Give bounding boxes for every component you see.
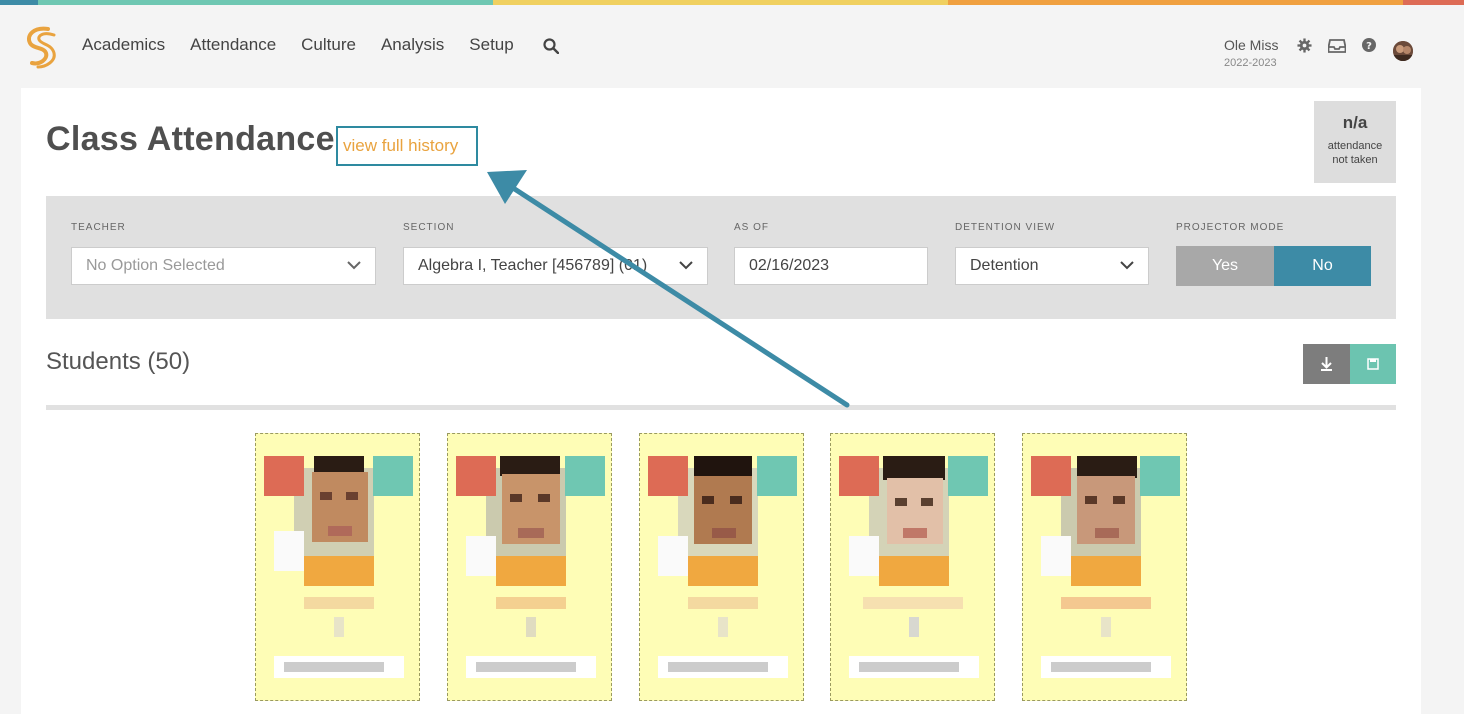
- attendance-status-value: n/a: [1342, 113, 1368, 132]
- status-marker-red: [264, 456, 304, 496]
- chevron-down-icon: [347, 261, 361, 270]
- inbox-icon[interactable]: [1328, 39, 1346, 53]
- nav-item-culture[interactable]: Culture: [301, 35, 356, 55]
- students-divider: [46, 405, 1396, 410]
- student-card[interactable]: [639, 433, 804, 701]
- as-of-label: AS OF: [734, 222, 770, 233]
- download-icon: [1321, 357, 1332, 371]
- nav-item-analysis[interactable]: Analysis: [381, 35, 444, 55]
- status-marker-teal: [757, 456, 797, 496]
- student-id-redacted: [909, 617, 919, 637]
- school-year: 2022-2023: [1224, 57, 1277, 69]
- teacher-select-value: No Option Selected: [86, 257, 225, 274]
- student-card[interactable]: [830, 433, 995, 701]
- status-marker-red: [648, 456, 688, 496]
- projector-yes-button[interactable]: Yes: [1176, 246, 1274, 286]
- nav-item-attendance[interactable]: Attendance: [190, 35, 276, 55]
- badge-label-line2: not taken: [1332, 154, 1378, 166]
- attendance-status-label: attendance not taken: [1314, 139, 1396, 167]
- section-select[interactable]: Algebra I, Teacher [456789] (01): [403, 247, 708, 285]
- student-details-redacted: [658, 656, 788, 678]
- status-marker-red: [839, 456, 879, 496]
- student-card[interactable]: [1022, 433, 1187, 701]
- status-marker-teal: [1140, 456, 1180, 496]
- student-details-redacted: [849, 656, 979, 678]
- detention-view-label: DETENTION VIEW: [955, 222, 1056, 233]
- students-heading: Students (50): [46, 348, 191, 375]
- student-details-redacted: [274, 656, 404, 678]
- filter-bar: TEACHER No Option Selected SECTION Algeb…: [46, 196, 1396, 319]
- projector-mode-toggle: Yes No: [1176, 246, 1371, 286]
- status-marker-teal: [565, 456, 605, 496]
- help-icon[interactable]: ?: [1362, 38, 1376, 52]
- student-name-redacted: [688, 597, 758, 609]
- status-marker-teal: [948, 456, 988, 496]
- student-id-redacted: [1101, 617, 1111, 637]
- student-id-redacted: [718, 617, 728, 637]
- detention-view-value: Detention: [970, 257, 1039, 274]
- chevron-down-icon: [679, 261, 693, 270]
- student-name-redacted: [863, 597, 963, 609]
- download-button[interactable]: [1303, 344, 1350, 384]
- page-title: Class Attendance: [46, 120, 335, 158]
- student-card[interactable]: [447, 433, 612, 701]
- attendance-status-badge: n/a attendance not taken: [1314, 101, 1396, 183]
- student-details-redacted: [1041, 656, 1171, 678]
- detention-view-select[interactable]: Detention: [955, 247, 1149, 285]
- status-marker-teal: [373, 456, 413, 496]
- student-name-redacted: [304, 597, 374, 609]
- status-marker-red: [1031, 456, 1071, 496]
- app-logo-icon[interactable]: [20, 25, 62, 69]
- projector-mode-label: PROJECTOR MODE: [1176, 222, 1285, 233]
- school-name: Ole Miss: [1224, 37, 1279, 53]
- student-details-redacted: [466, 656, 596, 678]
- student-id-redacted: [526, 617, 536, 637]
- user-avatar[interactable]: [1393, 41, 1413, 61]
- teacher-select[interactable]: No Option Selected: [71, 247, 376, 285]
- as-of-date-input[interactable]: 02/16/2023: [734, 247, 928, 285]
- top-navigation: Academics Attendance Culture Analysis Se…: [0, 5, 1464, 85]
- student-name-redacted: [496, 597, 566, 609]
- student-card[interactable]: [255, 433, 420, 701]
- student-id-redacted: [334, 617, 344, 637]
- section-select-value: Algebra I, Teacher [456789] (01): [418, 257, 648, 274]
- nav-item-setup[interactable]: Setup: [469, 35, 513, 55]
- school-selector[interactable]: Ole Miss 2022-2023: [1224, 37, 1304, 69]
- badge-label-line1: attendance: [1327, 140, 1383, 152]
- svg-text:?: ?: [1366, 41, 1372, 52]
- nav-links: Academics Attendance Culture Analysis Se…: [82, 35, 539, 55]
- gear-icon[interactable]: [1297, 38, 1312, 53]
- status-marker-red: [456, 456, 496, 496]
- search-icon[interactable]: [543, 38, 559, 54]
- view-full-history-link[interactable]: view full history: [343, 136, 458, 156]
- nav-item-academics[interactable]: Academics: [82, 35, 165, 55]
- student-name-redacted: [1061, 597, 1151, 609]
- teacher-label: TEACHER: [71, 222, 126, 233]
- chevron-down-icon: [1120, 261, 1134, 270]
- section-label: SECTION: [403, 222, 455, 233]
- save-icon: [1367, 358, 1379, 370]
- projector-no-button[interactable]: No: [1274, 246, 1371, 286]
- save-button[interactable]: [1350, 344, 1396, 384]
